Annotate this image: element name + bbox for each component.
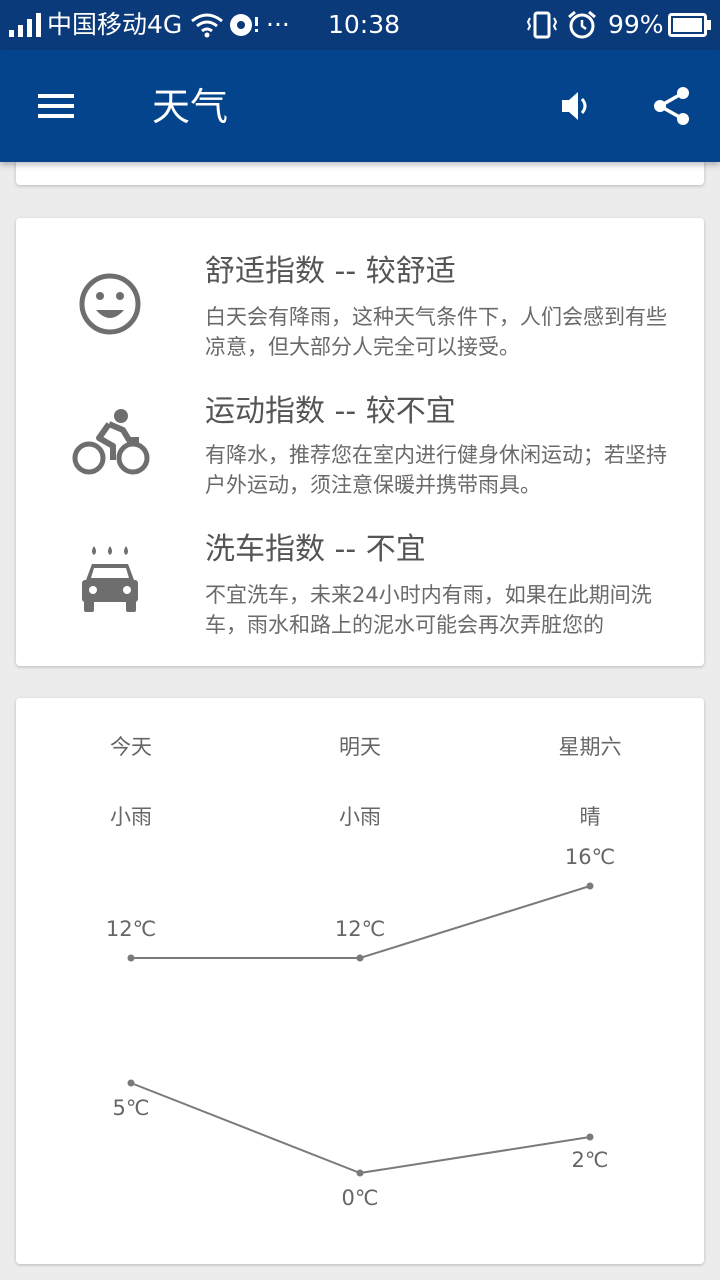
vibrate-icon — [526, 11, 558, 39]
wifi-icon — [191, 13, 223, 38]
volume-icon[interactable] — [558, 88, 594, 124]
comfort-index-desc: 白天会有降雨，这种天气条件下，人们会感到有些凉意，但大部分人完全可以接受。 — [205, 305, 667, 359]
low-temp-point — [586, 1133, 594, 1141]
carwash-index-title: 洗车指数 -- 不宜 — [205, 532, 426, 567]
temperature-chart — [127, 882, 594, 1177]
low-temp-line — [130, 1082, 591, 1175]
sport-index-desc: 有降水，推荐您在室内进行健身休闲运动；若坚持户外运动，须注意保暖并携带雨具。 — [205, 443, 667, 497]
low-temp-label: 5℃ — [112, 1096, 150, 1120]
share-icon[interactable] — [650, 84, 694, 128]
car-wash-icon — [82, 546, 138, 612]
menu-icon[interactable] — [36, 90, 76, 122]
bicycle-icon — [72, 409, 150, 475]
battery-icon — [668, 13, 711, 37]
battery-percent: 99% — [608, 10, 664, 39]
signal-icon — [9, 13, 41, 37]
high-temp-label: 12℃ — [105, 917, 157, 941]
carwash-index-desc: 不宜洗车，未来24小时内有雨，如果在此期间洗车，雨水和路上的泥水可能会再次弄脏您… — [205, 583, 652, 637]
page-title: 天气 — [152, 85, 229, 129]
sync-disc-icon — [230, 14, 258, 36]
smile-face-icon — [79, 273, 141, 335]
high-temp-label: 16℃ — [564, 845, 616, 869]
low-temp-label: 0℃ — [341, 1186, 379, 1210]
more-notifications: ··· — [266, 10, 290, 39]
high-temp-point — [356, 954, 364, 962]
app-bar: 天气 — [0, 50, 720, 162]
carrier-label: 中国移动4G — [47, 10, 183, 39]
sport-index-title: 运动指数 -- 较不宜 — [205, 394, 456, 429]
high-temp-point — [586, 882, 594, 890]
comfort-index-title: 舒适指数 -- 较舒适 — [205, 254, 456, 289]
high-temp-label: 12℃ — [334, 917, 386, 941]
alarm-icon — [568, 10, 596, 39]
low-temp-point — [127, 1079, 135, 1087]
clock-time: 10:38 — [328, 10, 401, 39]
low-temp-label: 2℃ — [571, 1148, 609, 1172]
high-temp-point — [127, 954, 135, 962]
life-index-card: 舒适指数 -- 较舒适 白天会有降雨，这种天气条件下，人们会感到有些凉意，但大部… — [16, 218, 704, 666]
status-bar: 中国移动4G ··· 10:38 99% — [0, 0, 720, 50]
low-temp-point — [356, 1169, 364, 1177]
forecast-card: 今天 明天 星期六 小雨 小雨 晴 12℃ 12℃ 16℃ 5℃ 0℃ 2℃ — [16, 698, 704, 1264]
